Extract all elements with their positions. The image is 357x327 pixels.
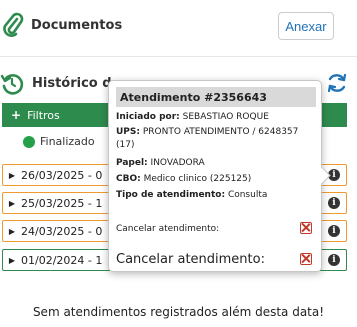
chevron-right-icon: ▶ [8, 198, 16, 208]
chevron-right-icon: ▶ [8, 255, 16, 265]
chevron-right-icon: ▶ [8, 226, 16, 236]
history-icon[interactable] [0, 72, 24, 96]
filters-label: Filtros [27, 108, 60, 122]
row-date: 25/03/2025 - 1 [21, 196, 103, 210]
cbo-line: CBO: Medico clinico (225125) [116, 174, 252, 184]
initiated-by-line: Iniciado por: SEBASTIAO ROQUE [116, 112, 269, 122]
chevron-right-icon: ▶ [8, 170, 16, 180]
refresh-icon[interactable] [326, 72, 348, 94]
paperclip-icon [3, 12, 24, 37]
cancel-attendance-label-large: Cancelar atendimento: [116, 252, 265, 267]
info-icon[interactable]: i [328, 197, 340, 209]
history-title: Histórico d [32, 76, 112, 91]
attendance-type-line: Tipo de atendimento: Consulta [116, 190, 268, 200]
end-of-history-message: Sem atendimentos registrados além desta … [32, 305, 325, 319]
plus-icon: + [11, 108, 22, 122]
documents-title: Documentos [31, 18, 123, 33]
row-date: 26/03/2025 - 0 [21, 168, 103, 182]
attendance-popover: Atendimento #2356643 Iniciado por: SEBAS… [108, 80, 322, 272]
documents-header: Documentos Anexar [0, 0, 357, 52]
finalized-legend-label: Finalizado [40, 135, 95, 148]
popover-title: Atendimento #2356643 [116, 87, 316, 107]
cancel-close-icon[interactable] [300, 222, 312, 234]
cancel-attendance-label-small: Cancelar atendimento: [116, 224, 220, 234]
row-date: 24/03/2025 - 0 [21, 224, 103, 238]
finalized-legend-dot [23, 136, 35, 148]
cancel-close-icon[interactable] [300, 253, 312, 265]
role-line: Papel: INOVADORA [116, 158, 205, 168]
info-icon[interactable]: i [328, 225, 340, 237]
ups-line: UPS: PRONTO ATENDIMENTO / 6248357 (17) [116, 127, 299, 150]
info-icon[interactable]: i [328, 254, 340, 266]
section-divider [0, 56, 357, 57]
row-date: 01/02/2024 - 1 [21, 253, 103, 267]
attach-button[interactable]: Anexar [278, 12, 334, 40]
